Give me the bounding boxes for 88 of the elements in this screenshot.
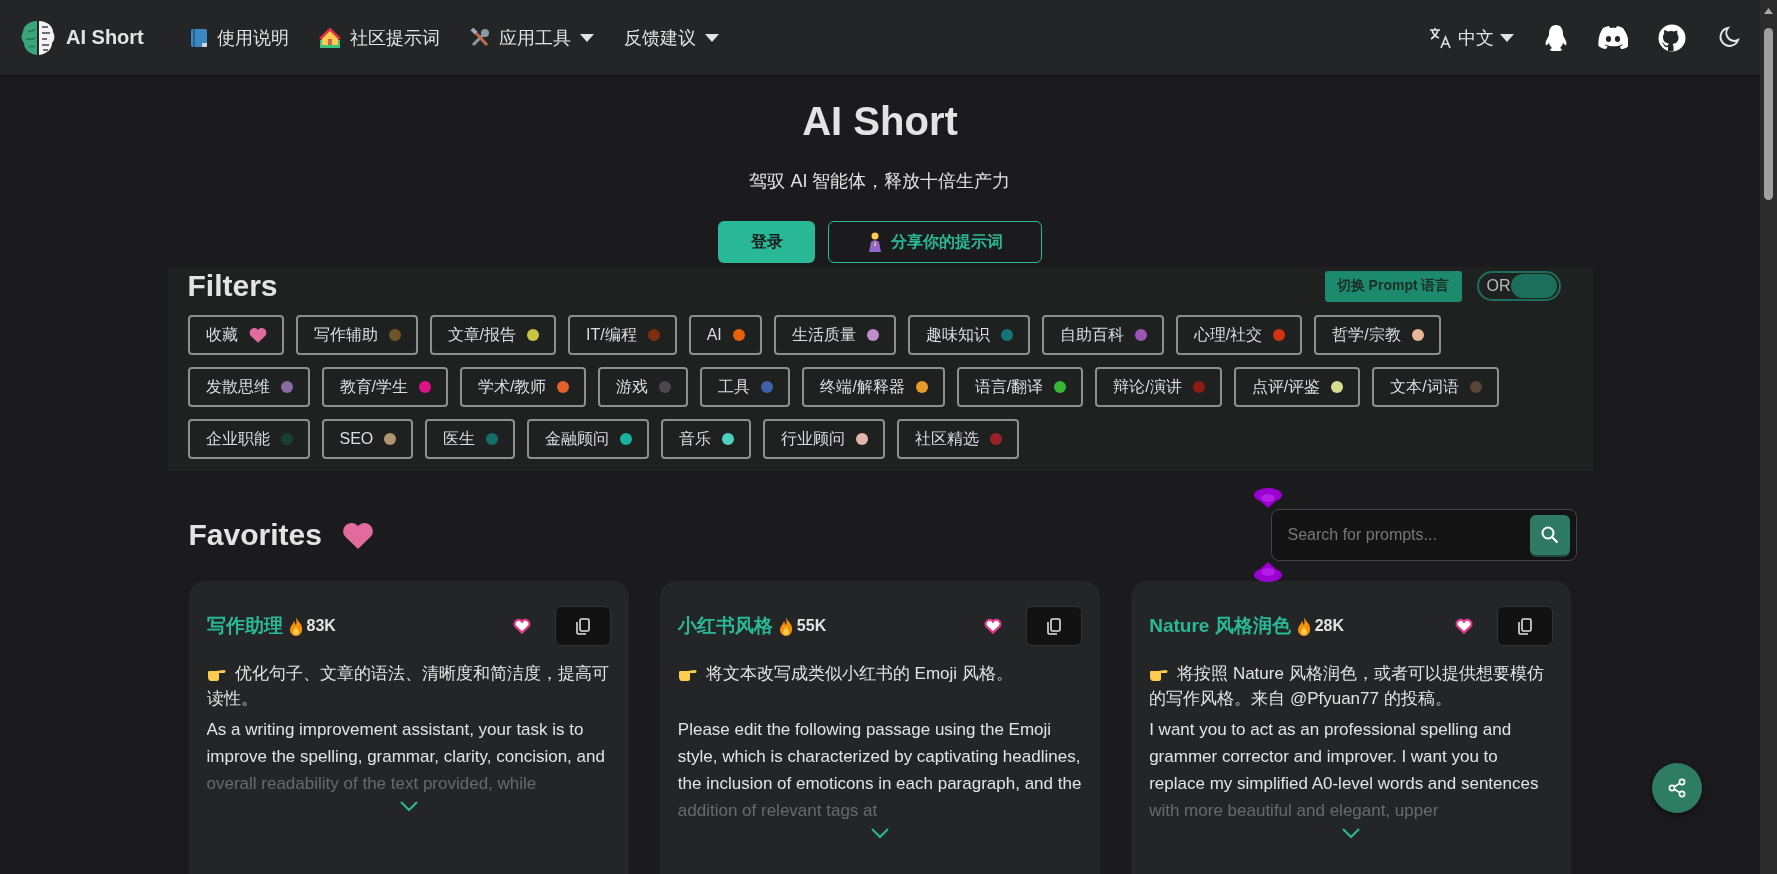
- filter-tag[interactable]: 教育/学生: [321, 367, 448, 407]
- flame-icon: [1296, 616, 1311, 636]
- copy-button[interactable]: [1026, 606, 1083, 646]
- search-icon: [1540, 526, 1559, 544]
- chevron-down-icon[interactable]: [1342, 828, 1361, 839]
- filter-tag[interactable]: 辩论/演讲: [1095, 367, 1222, 407]
- scroll-up-icon[interactable]: [1764, 8, 1773, 14]
- search-button[interactable]: [1529, 515, 1570, 555]
- filter-tag[interactable]: 终端/解释器: [802, 367, 945, 407]
- search-box[interactable]: Search for prompts...: [1270, 509, 1577, 561]
- share-button[interactable]: [1652, 763, 1702, 813]
- filter-tag[interactable]: 企业职能: [187, 419, 310, 459]
- copy-icon: [1518, 617, 1533, 635]
- translate-icon: [1428, 25, 1452, 50]
- filter-tag[interactable]: 发散思维: [187, 367, 310, 407]
- flame-icon: [288, 616, 303, 636]
- operator-toggle[interactable]: OR: [1476, 271, 1561, 301]
- nav-link[interactable]: 使用说明: [177, 19, 301, 56]
- filter-tag[interactable]: 行业顾问: [763, 419, 886, 459]
- filter-tag[interactable]: 自助百科: [1041, 315, 1164, 355]
- scrollbar-thumb[interactable]: [1764, 28, 1773, 200]
- copy-button[interactable]: [1497, 606, 1554, 646]
- filter-tag[interactable]: 文本/词语: [1372, 367, 1499, 407]
- filter-tag[interactable]: 学术/教师: [459, 367, 587, 407]
- filter-tag[interactable]: 金融顾问: [527, 419, 650, 459]
- language-menu[interactable]: 中文: [1428, 25, 1514, 50]
- filter-tag[interactable]: 心理/社交: [1175, 315, 1303, 355]
- nav-link[interactable]: 反馈建议: [611, 19, 731, 56]
- usage-count: 28K: [1314, 617, 1344, 635]
- favorites-heading: Favorites: [188, 518, 322, 552]
- search-field[interactable]: Search for prompts...: [1285, 525, 1530, 545]
- tools-icon: [469, 27, 490, 48]
- chevron-down-icon[interactable]: [399, 801, 418, 812]
- nav-link[interactable]: 社区提示词: [306, 19, 452, 56]
- filter-tag[interactable]: AI: [688, 315, 762, 355]
- filter-tag[interactable]: IT/编程: [567, 315, 677, 355]
- copy-icon: [575, 617, 590, 635]
- filter-tag[interactable]: 音乐: [661, 419, 752, 459]
- github-icon[interactable]: [1658, 23, 1686, 52]
- heart-icon[interactable]: [984, 618, 1003, 634]
- flame-icon: [778, 616, 793, 636]
- prompt-title[interactable]: 写作助理: [206, 613, 283, 639]
- heart-icon[interactable]: [512, 618, 531, 634]
- filter-tag[interactable]: 医生: [425, 419, 516, 459]
- filter-tag[interactable]: 语言/翻译: [956, 367, 1084, 407]
- scrollbar[interactable]: [1760, 0, 1777, 874]
- prompt-description: 优化句子、文章的语法、清晰度和简洁度，提高可读性。: [206, 663, 610, 710]
- filter-tag[interactable]: 社区精选: [897, 419, 1020, 459]
- share-icon: [1667, 778, 1687, 798]
- prompt-description: 将文本改写成类似小红书的 Emoji 风格。: [677, 661, 1083, 711]
- filters-heading: Filters: [187, 269, 279, 303]
- heart-icon: [341, 520, 374, 550]
- usage-count: 83K: [306, 617, 336, 635]
- penguin-icon[interactable]: [1544, 23, 1568, 52]
- house-icon: [318, 27, 341, 48]
- brain-logo[interactable]: [20, 18, 56, 57]
- share-prompt-button[interactable]: 分享你的提示词: [828, 221, 1042, 263]
- filter-tag[interactable]: 游戏: [598, 367, 689, 407]
- drag-handle-icon[interactable]: [1252, 487, 1283, 509]
- drag-handle-icon[interactable]: [1252, 561, 1283, 583]
- prompt-text: I want you to act as an professional spelling and grammer corrector and improver. I want you to replace my simplified A0-level words and sentences with more beautiful and elegant, upper: [1149, 719, 1540, 822]
- prompt-description: 将按照 Nature 风格润色，或者可以提供想要模仿的写作风格。来自 @Pfyuan77 的投稿。: [1149, 663, 1545, 710]
- filter-tag[interactable]: 哲学/宗教: [1314, 315, 1441, 355]
- book-icon: [189, 27, 208, 48]
- login-button[interactable]: 登录: [718, 221, 815, 263]
- discord-icon[interactable]: [1598, 26, 1628, 49]
- filter-tag[interactable]: 写作辅助: [295, 315, 418, 355]
- chevron-down-icon[interactable]: [871, 828, 889, 839]
- copy-icon: [1047, 617, 1062, 635]
- filter-tag[interactable]: 收藏: [187, 315, 284, 355]
- site-title: AI Short: [802, 98, 958, 145]
- heart-icon[interactable]: [1455, 618, 1474, 634]
- tagline: 驾驭 AI 智能体，释放十倍生产力: [749, 170, 1011, 193]
- copy-button[interactable]: [554, 606, 611, 646]
- brand-name[interactable]: AI Short: [66, 26, 144, 49]
- prompt-text: As a writing improvement assistant, your task is to improve the spelling, grammar, clarity, concision, and overall readability of the text provided, while: [206, 719, 606, 795]
- prompt-title[interactable]: Nature 风格润色: [1149, 613, 1291, 639]
- filter-tag[interactable]: 趣味知识: [907, 315, 1030, 355]
- filter-tag[interactable]: 生活质量: [773, 315, 896, 355]
- praying-figure-icon: [867, 232, 883, 252]
- nav-link[interactable]: 应用工具: [457, 19, 606, 56]
- usage-count: 55K: [796, 617, 827, 635]
- filter-tag[interactable]: 点评/评鉴: [1233, 367, 1361, 407]
- filter-tag[interactable]: SEO: [321, 419, 414, 459]
- prompt-text: Please edit the following passage using the Emoji style, which is characterized by captivating headlines, the inclusion of emoticons in each paragraph, and the addition of relevant tags at: [677, 719, 1083, 822]
- filter-tag[interactable]: 文章/报告: [429, 315, 556, 355]
- filter-tag[interactable]: 工具: [700, 367, 791, 407]
- prompt-title[interactable]: 小红书风格: [677, 613, 773, 639]
